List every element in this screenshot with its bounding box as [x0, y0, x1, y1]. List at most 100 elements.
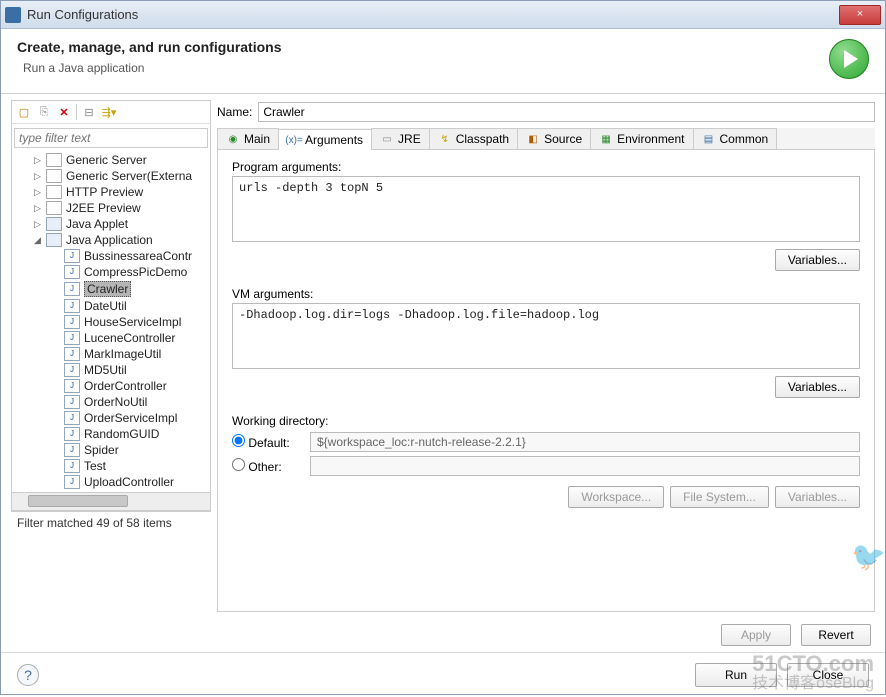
program-args-input[interactable] [232, 176, 860, 242]
close-button[interactable]: Close [787, 663, 869, 687]
window-title: Run Configurations [27, 7, 839, 22]
tree-item-randomguid[interactable]: J RandomGUID [12, 426, 210, 442]
tab-environment[interactable]: ▦Environment [590, 128, 693, 149]
tree-item-markimageutil[interactable]: J MarkImageUtil [12, 346, 210, 362]
titlebar: Run Configurations × [1, 1, 885, 29]
delete-config-icon[interactable]: ✕ [56, 104, 72, 120]
config-type-icon: J [64, 475, 80, 489]
tree-item-label: RandomGUID [84, 427, 159, 441]
tree-item-j2ee-preview[interactable]: ▷J2EE Preview [12, 200, 210, 216]
tree-item-label: UploadController [84, 475, 174, 489]
tree-item-java-application[interactable]: ◢Java Application [12, 232, 210, 248]
tree-item-label: Generic Server(Externa [66, 169, 192, 183]
tree-item-lucenecontroller[interactable]: JLuceneController [12, 330, 210, 346]
duplicate-config-icon[interactable]: ⎘ [36, 104, 52, 120]
tree-item-test[interactable]: J Test [12, 458, 210, 474]
vm-args-label: VM arguments: [232, 287, 860, 301]
tree-item-orderserviceimpl[interactable]: JOrderServiceImpl [12, 410, 210, 426]
tree-item-label: BussinessareaContr [84, 249, 192, 263]
config-type-icon [46, 169, 62, 183]
tree-hscrollbar[interactable] [12, 492, 210, 510]
default-radio-label[interactable]: Default: [232, 434, 302, 450]
config-type-icon: J [64, 443, 80, 457]
filter-icon[interactable]: ⇶▾ [101, 104, 117, 120]
tree-item-spider[interactable]: J Spider [12, 442, 210, 458]
default-dir-input [310, 432, 860, 452]
source-tab-icon: ◧ [526, 132, 540, 146]
tab-strip: ◉Main (x)=Arguments ▭JRE ↯Classpath ◧Sou… [217, 128, 875, 150]
tree-item-label: Spider [84, 443, 119, 457]
config-type-icon [46, 217, 62, 231]
tree-item-label: HouseServiceImpl [84, 315, 181, 329]
tab-arguments[interactable]: (x)=Arguments [278, 129, 372, 150]
tree-item-generic-server[interactable]: ▷Generic Server [12, 152, 210, 168]
tree-item-label: Test [84, 459, 106, 473]
other-radio-label[interactable]: Other: [232, 458, 302, 474]
program-args-label: Program arguments: [232, 160, 860, 174]
tree-item-generic-server-externa[interactable]: ▷Generic Server(Externa [12, 168, 210, 184]
tree-item-label: J2EE Preview [66, 201, 141, 215]
app-icon [5, 7, 21, 23]
arguments-tab-icon: (x)= [287, 133, 301, 147]
filesystem-button[interactable]: File System... [670, 486, 769, 508]
tab-jre[interactable]: ▭JRE [371, 128, 430, 149]
tree-item-label: Java Application [66, 233, 153, 247]
config-type-icon: J [64, 347, 80, 361]
config-type-icon: J [64, 282, 80, 296]
tree-item-compresspicdemo[interactable]: JCompressPicDemo [12, 264, 210, 280]
tree-item-label: MarkImageUtil [84, 347, 161, 361]
tab-main[interactable]: ◉Main [217, 128, 279, 149]
tree-item-dateutil[interactable]: JDateUtil [12, 298, 210, 314]
vm-args-input[interactable] [232, 303, 860, 369]
default-radio[interactable] [232, 434, 245, 447]
tree-item-uploadcontroller[interactable]: J UploadController [12, 474, 210, 490]
other-radio[interactable] [232, 458, 245, 471]
help-icon[interactable]: ? [17, 664, 39, 686]
tab-source[interactable]: ◧Source [517, 128, 591, 149]
tree-item-bussinessareacontr[interactable]: JBussinessareaContr [12, 248, 210, 264]
tree-item-label: OrderController [84, 379, 167, 393]
config-type-icon [46, 153, 62, 167]
tree-item-label: OrderNoUtil [84, 395, 147, 409]
toolbar-divider [76, 104, 77, 120]
tree-item-http-preview[interactable]: ▷HTTP Preview [12, 184, 210, 200]
tree-toolbar: ▢ ⎘ ✕ ⊟ ⇶▾ [11, 100, 211, 124]
collapse-all-icon[interactable]: ⊟ [81, 104, 97, 120]
run-button[interactable]: Run [695, 663, 777, 687]
tree-item-ordercontroller[interactable]: JOrderController [12, 378, 210, 394]
tree-item-label: Java Applet [66, 217, 128, 231]
workspace-button[interactable]: Workspace... [568, 486, 664, 508]
environment-tab-icon: ▦ [599, 132, 613, 146]
config-type-icon: J [64, 459, 80, 473]
filter-status: Filter matched 49 of 58 items [11, 511, 211, 534]
name-input[interactable] [258, 102, 875, 122]
wd-variables-button[interactable]: Variables... [775, 486, 860, 508]
vm-variables-button[interactable]: Variables... [775, 376, 860, 398]
header-subtitle: Run a Java application [23, 61, 829, 75]
dialog-header: Create, manage, and run configurations R… [1, 29, 885, 94]
run-icon [829, 39, 869, 79]
config-type-icon: J [64, 265, 80, 279]
other-dir-input[interactable] [310, 456, 860, 476]
config-type-icon: J [64, 427, 80, 441]
tree-item-java-applet[interactable]: ▷Java Applet [12, 216, 210, 232]
program-variables-button[interactable]: Variables... [775, 249, 860, 271]
tree-item-label: DateUtil [84, 299, 127, 313]
revert-button[interactable]: Revert [801, 624, 871, 646]
config-type-icon: J [64, 395, 80, 409]
config-type-icon: J [64, 331, 80, 345]
tree-item-label: Generic Server [66, 153, 147, 167]
window-close-button[interactable]: × [839, 5, 881, 25]
tree-item-ordernoutil[interactable]: J OrderNoUtil [12, 394, 210, 410]
new-config-icon[interactable]: ▢ [16, 104, 32, 120]
config-tree[interactable]: ▷Generic Server▷Generic Server(Externa▷H… [12, 150, 210, 492]
tab-classpath[interactable]: ↯Classpath [429, 128, 518, 149]
tree-item-houseserviceimpl[interactable]: JHouseServiceImpl [12, 314, 210, 330]
jre-tab-icon: ▭ [380, 132, 394, 146]
common-tab-icon: ▤ [702, 132, 716, 146]
tree-item-crawler[interactable]: JCrawler [12, 280, 210, 298]
tree-item-md5util[interactable]: JMD5Util [12, 362, 210, 378]
apply-button[interactable]: Apply [721, 624, 791, 646]
filter-input[interactable] [14, 128, 208, 148]
tab-common[interactable]: ▤Common [693, 128, 778, 149]
